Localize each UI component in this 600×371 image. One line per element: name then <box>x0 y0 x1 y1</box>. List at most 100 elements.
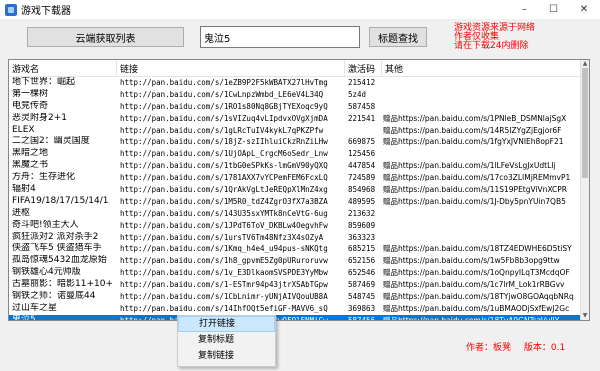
table-row[interactable]: 钢铁之师：诺曼底44 http://pan.baidu.com/s/1CbLnim… <box>9 291 583 303</box>
close-button[interactable]: ✕ <box>568 0 600 19</box>
cell-name: 辐射4 <box>12 184 36 195</box>
cell-link: http://pan.baidu.com/s/1CbLnimr-yUNjAIVQ… <box>120 292 328 302</box>
cell-code <box>345 125 380 137</box>
cell-code: 363323 <box>348 232 376 242</box>
cell-link: http://pan.baidu.com/s/1gLRcTuIV4kykL7qP… <box>120 125 324 135</box>
column-header-code[interactable]: 激活码 <box>345 60 382 76</box>
column-header-other[interactable]: 其他 <box>382 60 585 76</box>
cell-link: http://pan.baidu.com/s/1UjOApL_CrgcM6oSe… <box>120 149 328 159</box>
search-input[interactable] <box>200 26 360 48</box>
table-row[interactable]: 过山车之星 http://pan.baidu.com/s/14IhfOQt5efi… <box>9 303 583 315</box>
menu-item-copy-link[interactable]: 复制链接 <box>178 348 275 364</box>
table-row[interactable]: 地下世界：崛起 http://pan.baidu.com/s/1eZB9P2F5k… <box>9 77 583 89</box>
cell-other: 赠品https://pan.baidu.com/s/18TvA9GNTszVvJ… <box>383 315 560 321</box>
cell-name: 疯狂派对2 派对杀手2 <box>12 231 99 242</box>
cell-other: 赠品https://pan.baidu.com/s/17co3ZLIMjREMm… <box>383 173 571 183</box>
cell-code: 5z4d <box>348 89 367 99</box>
cell-code: 724589 <box>348 173 376 183</box>
table-row[interactable]: FIFA19/18/17/15/14/1 http://pan.baidu.com… <box>9 196 583 208</box>
table-row[interactable]: 鬼泣5http://pan.baidu.com/s/1Q=6EOGTrxnRwQ… <box>9 314 583 321</box>
cell-other: 赠品https://pan.baidu.com/s/1uBMAODjSxfEwJ… <box>383 303 570 313</box>
title-search-button[interactable]: 标题查找 <box>369 27 427 47</box>
table-row[interactable]: 方舟：生存进化 http://pan.baidu.com/s/1781AXX7vY… <box>9 172 583 184</box>
column-header-link[interactable]: 链接 <box>117 60 345 76</box>
minimize-button[interactable]: – <box>510 0 539 19</box>
cell-other <box>380 89 583 101</box>
vertical-scrollbar[interactable]: ▲ ▼ <box>580 60 589 320</box>
cell-name: 地下世界：崛起 <box>12 77 76 87</box>
table-row[interactable]: 电竞传奇 http://pan.baidu.com/s/1RO1s80Nq8GBj… <box>9 101 583 113</box>
cell-other <box>380 101 583 113</box>
cell-code: 369863 <box>348 303 376 313</box>
cell-code: 213632 <box>348 208 376 218</box>
maximize-button[interactable]: ☐ <box>539 0 568 19</box>
cell-name: 第一棵树 <box>12 88 49 99</box>
list-header: 游戏名 链接 激活码 其他 <box>9 60 589 77</box>
cell-link: http://pan.baidu.com/s/1-ESTmr94p43jtrXS… <box>120 280 328 290</box>
cell-code: 489595 <box>348 196 376 206</box>
table-row[interactable]: 黑魔之书 http://pan.baidu.com/s/1tbG0eSPkKs-l… <box>9 160 583 172</box>
cell-name: FIFA19/18/17/15/14/1 <box>12 195 109 206</box>
cell-link: http://pan.baidu.com/s/1eZB9P2F5kWBATX27… <box>120 78 328 87</box>
cloud-fetch-button[interactable]: 云端获取列表 <box>27 27 184 47</box>
table-row[interactable]: 奇斗吧!领主大人 http://pan.baidu.com/s/1JPdT6ToV… <box>9 220 583 232</box>
cell-code: 587458 <box>348 101 376 111</box>
cell-other: 赠品https://pan.baidu.com/s/11S19PEtgViVnX… <box>383 185 568 195</box>
table-row[interactable]: 孤岛惊魂5432血龙原始 http://pan.baidu.com/s/1h8_g… <box>9 255 583 267</box>
game-list[interactable]: 游戏名 链接 激活码 其他 地下世界：崛起 http://pan.baidu.co… <box>8 59 590 321</box>
table-row[interactable]: ELEX http://pan.baidu.com/s/1gLRcTuIV4kyk… <box>9 125 583 137</box>
menu-item-open-link[interactable]: 打开链接 <box>178 316 275 332</box>
cell-link: http://pan.baidu.com/s/14IhfOQt5efiGF-MA… <box>120 303 328 313</box>
cell-other: 赠品https://pan.baidu.com/s/1fgYxJVNIEh8op… <box>383 137 564 147</box>
window-title: 游戏下载器 <box>21 6 71 17</box>
scroll-down-arrow-icon[interactable]: ▼ <box>581 312 589 320</box>
app-icon <box>5 3 17 16</box>
table-row[interactable]: 第一棵树 http://pan.baidu.com/s/1CwLnpzWmbd_L… <box>9 89 583 101</box>
cell-link: http://pan.baidu.com/s/1CwLnpzWmbd_LE6eV… <box>120 89 324 99</box>
cell-link: http://pan.baidu.com/s/1h8_gpvmE5Zg0pURu… <box>120 256 328 266</box>
table-row[interactable]: 迸枢 http://pan.baidu.com/s/143U35sxYMTk8nC… <box>9 208 583 220</box>
cell-code: 669875 <box>348 137 376 147</box>
notice-line: 请在下载24内删除 <box>454 41 529 51</box>
cell-link: http://pan.baidu.com/s/1Kmq_h4e4_u94pus-… <box>120 244 328 254</box>
cell-link: http://pan.baidu.com/s/1QrAkVgLtJeREQpXl… <box>120 185 328 195</box>
cell-other: 赠品https://pan.baidu.com/s/1lLFeVsLgJxUdt… <box>383 161 556 171</box>
cell-code: 854968 <box>348 185 376 195</box>
cell-other: 赠品https://pan.baidu.com/s/1w5Fb8b3opg9tt… <box>383 256 560 266</box>
cell-code: 685215 <box>348 244 376 254</box>
cell-other: 赠品https://pan.baidu.com/s/1c7lrM_Lok1rRB… <box>383 280 565 290</box>
cell-name: 黑魔之书 <box>12 160 49 171</box>
cell-code: 221541 <box>348 113 376 123</box>
scrollbar-thumb[interactable] <box>582 68 588 178</box>
column-header-name[interactable]: 游戏名 <box>9 60 117 76</box>
table-row[interactable]: 黑暗之地 http://pan.baidu.com/s/1UjOApL_CrgcM… <box>9 148 583 160</box>
table-row[interactable]: 钢铁雄心4元帅版 http://pan.baidu.com/s/1v_E3Dlka… <box>9 267 583 279</box>
cell-link: http://pan.baidu.com/s/1JPdT6ToV_DKBLw4O… <box>120 220 328 230</box>
cell-name: ELEX <box>12 124 35 135</box>
cell-name: 钢铁雄心4元帅版 <box>12 267 81 278</box>
cell-name: 迸枢 <box>12 207 31 218</box>
cell-code: 587469 <box>348 280 376 290</box>
cell-code: 548745 <box>348 292 376 302</box>
table-row[interactable]: 疯狂派对2 派对杀手2 http://pan.baidu.com/s/1ursTV… <box>9 232 583 244</box>
cell-code: 447854 <box>348 161 376 171</box>
cell-link: http://pan.baidu.com/s/1M5R0_tdZ4ZgrO3fX… <box>120 196 328 206</box>
table-row[interactable]: 古墓丽影：暗影11+10+ http://pan.baidu.com/s/1-ES… <box>9 279 583 291</box>
table-row[interactable]: 恶灵附身2+1 http://pan.baidu.com/s/1sVIZuq4vL… <box>9 113 583 125</box>
cell-link: http://pan.baidu.com/s/1RO1s80Nq8GBjTYEX… <box>120 101 328 111</box>
table-row[interactable]: 侠盗飞车5 侠盗猎车手 http://pan.baidu.com/s/1Kmq_h… <box>9 243 583 255</box>
cell-code: 652156 <box>348 256 376 266</box>
table-row[interactable]: 二之国2：幽灵国度 http://pan.baidu.com/s/18jZ-szI… <box>9 136 583 148</box>
footer: 作者：板凳 版本：0.1 <box>466 340 575 353</box>
cell-name: 方舟：生存进化 <box>12 172 76 183</box>
menu-item-copy-title[interactable]: 复制标题 <box>178 332 275 348</box>
notice-text: 游戏资源来源于网络 作者仅收集 请在下载24内删除 <box>454 24 535 51</box>
cell-link: http://pan.baidu.com/s/1v_E3DlkaomSVSPDE… <box>120 268 328 278</box>
cell-other <box>380 208 583 220</box>
table-row[interactable]: 辐射4 http://pan.baidu.com/s/1QrAkVgLtJeREQ… <box>9 184 583 196</box>
cell-code: 859609 <box>348 220 376 230</box>
list-rows: 地下世界：崛起 http://pan.baidu.com/s/1eZB9P2F5k… <box>9 77 583 321</box>
cell-name: 钢铁之师：诺曼底44 <box>12 291 96 302</box>
scroll-up-arrow-icon[interactable]: ▲ <box>581 60 589 68</box>
author-label: 作者：板凳 <box>466 343 512 353</box>
